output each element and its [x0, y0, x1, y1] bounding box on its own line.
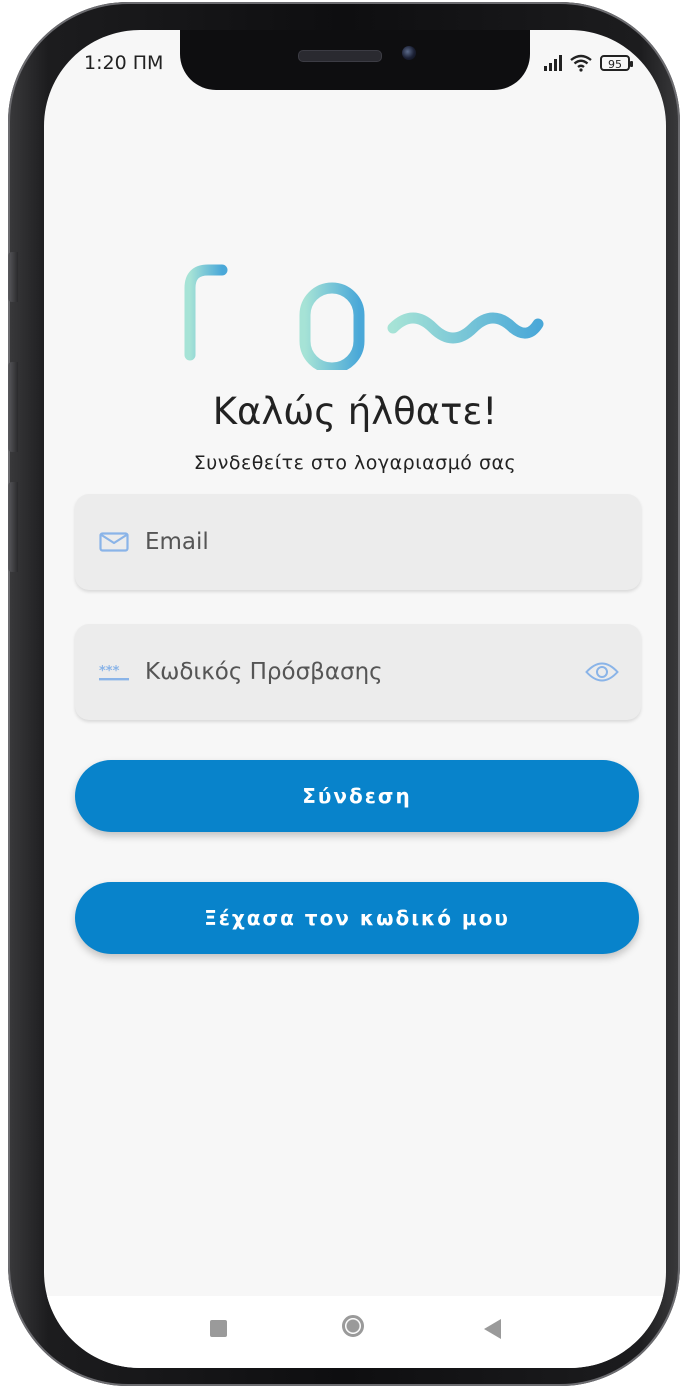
home-icon[interactable] [342, 1315, 364, 1337]
speaker-grille [298, 50, 382, 62]
mute-switch [8, 252, 18, 302]
forgot-password-button[interactable]: Ξέχασα τον κωδικό μου [75, 882, 639, 954]
email-field[interactable]: Email [75, 494, 641, 590]
welcome-title: Καλώς ήλθατε! [212, 390, 498, 433]
flow-logo [172, 234, 544, 370]
recent-apps-icon[interactable] [210, 1320, 227, 1337]
status-time: 1:20 ΠΜ [84, 52, 164, 74]
phone-frame: 1:20 ΠΜ 95 Καλώς ήλθατε! Συνδεθείτε στο … [8, 2, 680, 1386]
notch [180, 30, 530, 90]
eye-icon[interactable] [585, 661, 619, 683]
back-icon[interactable] [484, 1319, 501, 1339]
volume-up-button [8, 362, 18, 452]
signal-icon [544, 55, 562, 71]
password-icon: *** [99, 662, 129, 682]
login-button[interactable]: Σύνδεση [75, 760, 639, 832]
battery-icon: 95 [600, 55, 633, 71]
volume-down-button [8, 482, 18, 572]
app-screen: 1:20 ΠΜ 95 Καλώς ήλθατε! Συνδεθείτε στο … [44, 30, 666, 1368]
front-camera [402, 46, 416, 60]
password-field[interactable]: *** Κωδικός Πρόσβασης [75, 624, 641, 720]
email-placeholder: Email [145, 529, 209, 555]
password-placeholder: Κωδικός Πρόσβασης [145, 659, 383, 685]
envelope-icon [99, 532, 129, 552]
status-icons: 95 [544, 54, 633, 72]
svg-text:***: *** [99, 664, 120, 679]
wifi-icon [570, 54, 592, 72]
welcome-subtitle: Συνδεθείτε στο λογαριασμό σας [193, 452, 517, 474]
